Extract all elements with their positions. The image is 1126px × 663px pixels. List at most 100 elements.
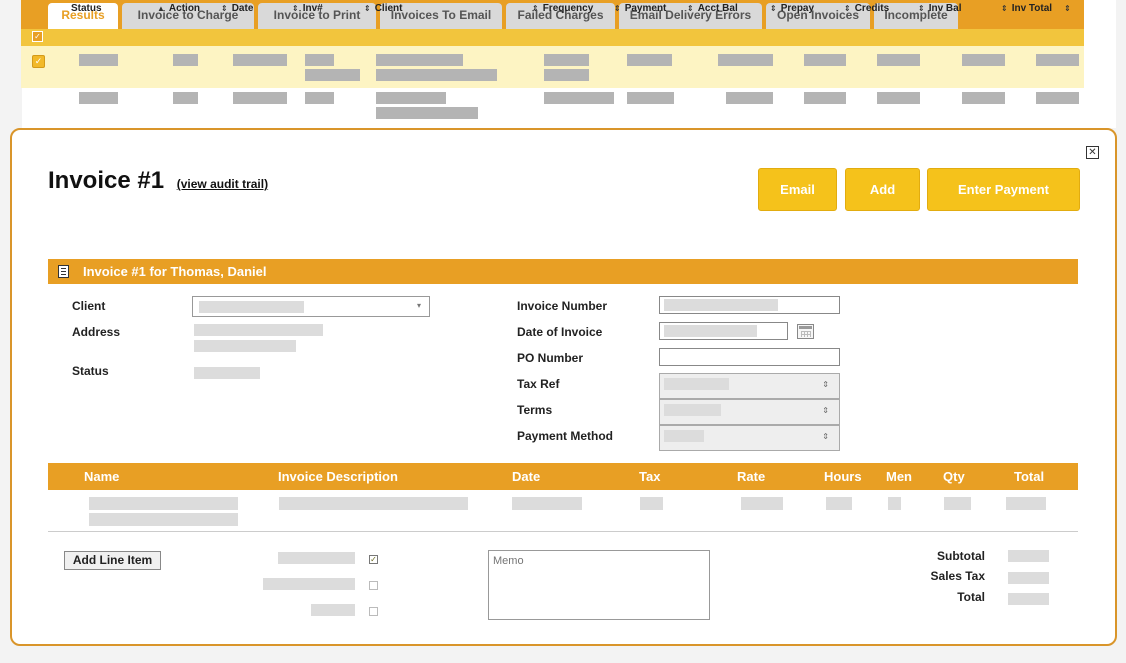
terms-select[interactable]: ⇕	[659, 399, 840, 425]
redacted-cell	[376, 92, 446, 104]
invoice-number-input[interactable]	[659, 296, 840, 314]
redacted-cell	[544, 54, 589, 66]
col-status[interactable]: Status	[71, 0, 102, 17]
po-number-input[interactable]	[659, 348, 840, 366]
redacted-cell	[877, 92, 920, 104]
sort-icon: ⇕	[364, 4, 371, 13]
sort-icon: ⇕	[918, 4, 925, 13]
row-checkbox[interactable]: ✓	[32, 55, 45, 68]
redacted-cell	[726, 92, 773, 104]
sales-tax-label: Sales Tax	[930, 569, 985, 583]
date-of-invoice-input[interactable]	[659, 322, 788, 340]
col-qty: Qty	[943, 469, 965, 484]
redacted-cell	[718, 54, 773, 66]
redacted-line-name	[89, 497, 238, 510]
tax-ref-select[interactable]: ⇕	[659, 373, 840, 399]
col-date[interactable]: ⇕ Date	[221, 0, 253, 17]
redacted-line-tax	[640, 497, 663, 510]
redacted-cell	[544, 92, 614, 104]
redacted-line-date	[512, 497, 582, 510]
page-title: Invoice #1 (view audit trail)	[48, 167, 268, 195]
col-inv-number[interactable]: ⇕ Inv#	[292, 0, 323, 17]
redacted-line-name	[89, 513, 238, 526]
redacted-cell	[804, 92, 846, 104]
redacted-line-hours	[826, 497, 852, 510]
calendar-icon[interactable]	[797, 324, 814, 339]
redacted-cell	[376, 69, 497, 81]
redacted-option-label	[311, 604, 355, 616]
total-label: Total	[957, 590, 985, 604]
sort-icon: ⇕	[687, 4, 694, 13]
redacted-cell	[1036, 92, 1079, 104]
redacted-option-label	[263, 578, 355, 590]
invoice-modal: ✕ Invoice #1 (view audit trail) Email Ad…	[10, 128, 1117, 646]
table-row-selected[interactable]	[21, 46, 1084, 88]
updown-icon: ⇕	[822, 406, 829, 415]
terms-label: Terms	[517, 403, 553, 417]
redacted-cell	[233, 54, 287, 66]
sort-asc-icon: ▲	[157, 4, 165, 13]
redacted-cell	[79, 54, 118, 66]
col-acct-bal[interactable]: ⇕ Acct Bal	[687, 0, 738, 17]
col-invoice-description: Invoice Description	[278, 469, 398, 484]
col-client[interactable]: ⇕ Client	[364, 0, 402, 17]
redacted-cell	[544, 69, 589, 81]
check-icon: ✓	[370, 555, 377, 564]
col-inv-total[interactable]: ⇕ Inv Total ⇕	[1001, 0, 1075, 17]
redacted-line-men	[888, 497, 901, 510]
option-checkbox[interactable]: ✓	[369, 555, 378, 564]
enter-payment-button[interactable]: Enter Payment	[927, 168, 1080, 211]
memo-textarea[interactable]	[488, 550, 710, 620]
payment-method-select[interactable]: ⇕	[659, 425, 840, 451]
client-label: Client	[72, 299, 106, 313]
redacted-value	[664, 404, 721, 416]
sort-icon: ⇕	[614, 4, 621, 13]
col-frequency[interactable]: ⇕ Frequency	[532, 0, 593, 17]
redacted-cell	[305, 92, 334, 104]
status-label: Status	[72, 364, 109, 378]
option-checkbox[interactable]	[369, 581, 378, 590]
redacted-value	[664, 378, 729, 390]
divider	[48, 531, 1078, 532]
col-total: Total	[1014, 469, 1045, 484]
redacted-line-total	[1006, 497, 1046, 510]
sort-icon: ⇕	[770, 4, 777, 13]
col-action[interactable]: ▲ Action	[157, 0, 200, 17]
redacted-cell	[173, 92, 198, 104]
redacted-cell	[305, 54, 334, 66]
redacted-option-label	[278, 552, 355, 564]
col-payment[interactable]: ⇕ Payment	[614, 0, 666, 17]
updown-icon: ⇕	[822, 380, 829, 389]
redacted-line-description	[279, 497, 468, 510]
chevron-down-icon: ▾	[416, 301, 421, 310]
redacted-subtotal	[1008, 550, 1049, 562]
col-line-date: Date	[512, 469, 541, 484]
invoice-section-header: Invoice #1 for Thomas, Daniel	[48, 259, 1078, 284]
line-items-header: Name Invoice Description Date Tax Rate H…	[48, 463, 1078, 490]
redacted-status	[194, 367, 260, 379]
select-all-checkbox[interactable]: ✓	[32, 31, 43, 42]
col-prepay[interactable]: ⇕ Prepay	[770, 0, 814, 17]
sort-icon: ⇕	[1001, 4, 1008, 13]
add-button[interactable]: Add	[845, 168, 920, 211]
view-audit-trail-link[interactable]: (view audit trail)	[177, 177, 268, 191]
sort-icon: ⇕	[292, 4, 299, 13]
redacted-value	[664, 325, 757, 337]
option-checkbox[interactable]	[369, 607, 378, 616]
col-men: Men	[886, 469, 912, 484]
col-inv-bal[interactable]: ⇕ Inv Bal	[918, 0, 962, 17]
redacted-value	[664, 299, 778, 311]
client-select[interactable]: ▾	[192, 296, 430, 317]
sort-icon: ⇕	[1064, 4, 1071, 13]
section-title: Invoice #1 for Thomas, Daniel	[83, 264, 267, 279]
email-button[interactable]: Email	[758, 168, 837, 211]
redacted-cell	[877, 54, 920, 66]
redacted-cell	[627, 92, 674, 104]
col-credits[interactable]: ⇕ Credits	[844, 0, 889, 17]
redacted-address-line	[194, 324, 323, 336]
payment-method-label: Payment Method	[517, 429, 614, 443]
subtotal-label: Subtotal	[937, 549, 985, 563]
redacted-cell	[305, 69, 360, 81]
close-icon[interactable]: ✕	[1086, 146, 1099, 159]
add-line-item-button[interactable]: Add Line Item	[64, 551, 161, 570]
